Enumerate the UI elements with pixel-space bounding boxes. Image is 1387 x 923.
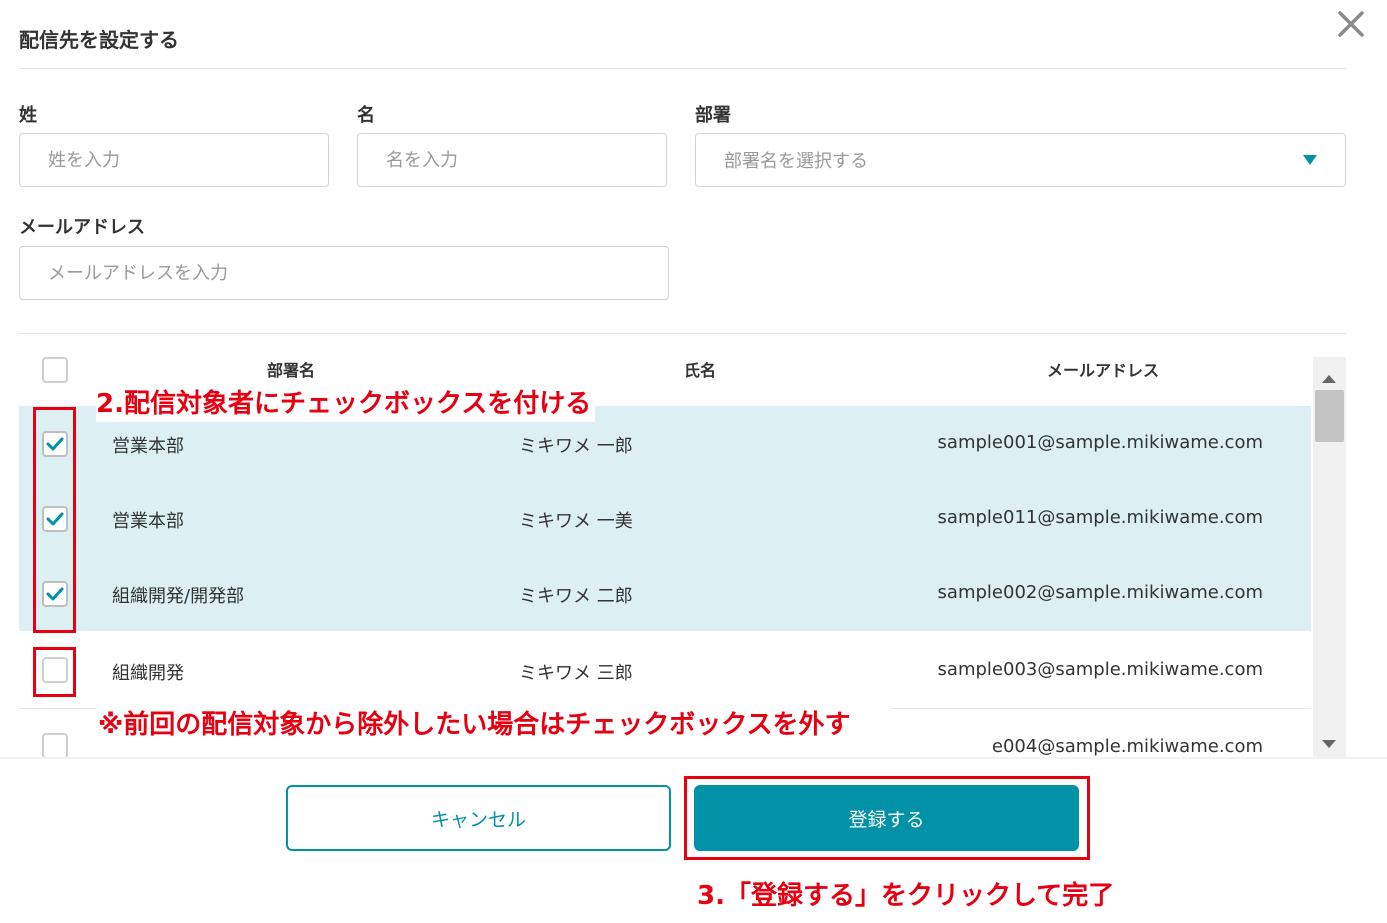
header-divider [19,68,1347,69]
department-select[interactable]: 部署名を選択する [695,133,1346,187]
scroll-up-icon[interactable] [1321,369,1337,388]
select-all-checkbox[interactable] [42,357,68,383]
chevron-down-icon [1303,155,1317,165]
row-email: sample003@sample.mikiwame.com [937,659,1263,680]
row-checkbox[interactable] [42,733,68,757]
row-department: 組織開発/開発部 [112,586,245,607]
dialog-title: 配信先を設定する [19,28,179,52]
row-email: sample011@sample.mikiwame.com [937,507,1263,528]
row-email: sample002@sample.mikiwame.com [937,582,1263,603]
email-input[interactable] [19,246,669,300]
annotation-step3: 3.「登録する」をクリックして完了 [697,881,1115,911]
department-select-placeholder: 部署名を選択する [724,151,868,172]
email-label: メールアドレス [19,217,145,238]
filter-divider [19,333,1347,334]
first-name-label: 名 [357,105,375,126]
table-row[interactable]: 組織開発/開発部 ミキワメ 二郎 sample002@sample.mikiwa… [19,556,1311,631]
row-email: e004@sample.mikiwame.com [991,736,1263,757]
annotation-unchecked-box [33,647,76,697]
row-department: 組織開発 [112,663,184,684]
close-button[interactable] [1333,6,1369,42]
column-header-email: メールアドレス [1047,361,1160,380]
first-name-input[interactable] [357,133,667,187]
close-icon [1338,11,1364,37]
table-bottom-edge [0,757,1387,759]
scrollbar-thumb[interactable] [1315,390,1344,442]
column-header-name: 氏名 [684,361,717,380]
annotation-note: ※前回の配信対象から除外したい場合はチェックボックスを外す [96,704,891,745]
annotation-submit-box [684,776,1090,860]
row-department: 営業本部 [112,436,184,457]
annotation-checked-box [33,407,76,633]
scroll-down-icon[interactable] [1321,734,1337,753]
row-department: 営業本部 [112,511,184,532]
annotation-step2: 2.配信対象者にチェックボックスを付ける [96,383,596,422]
department-label: 部署 [695,105,731,126]
table-row[interactable]: 営業本部 ミキワメ 一美 sample011@sample.mikiwame.c… [19,481,1311,556]
last-name-input[interactable] [19,133,329,187]
table-row[interactable]: 組織開発 ミキワメ 三郎 sample003@sample.mikiwame.c… [19,633,1311,708]
last-name-label: 姓 [19,105,37,126]
column-header-department: 部署名 [267,361,316,380]
row-name: ミキワメ 二郎 [519,586,633,607]
row-name: ミキワメ 一美 [519,511,633,532]
row-email: sample001@sample.mikiwame.com [937,432,1263,453]
cancel-button[interactable]: キャンセル [286,785,671,851]
row-name: ミキワメ 三郎 [519,663,633,684]
row-name: ミキワメ 一郎 [519,436,633,457]
